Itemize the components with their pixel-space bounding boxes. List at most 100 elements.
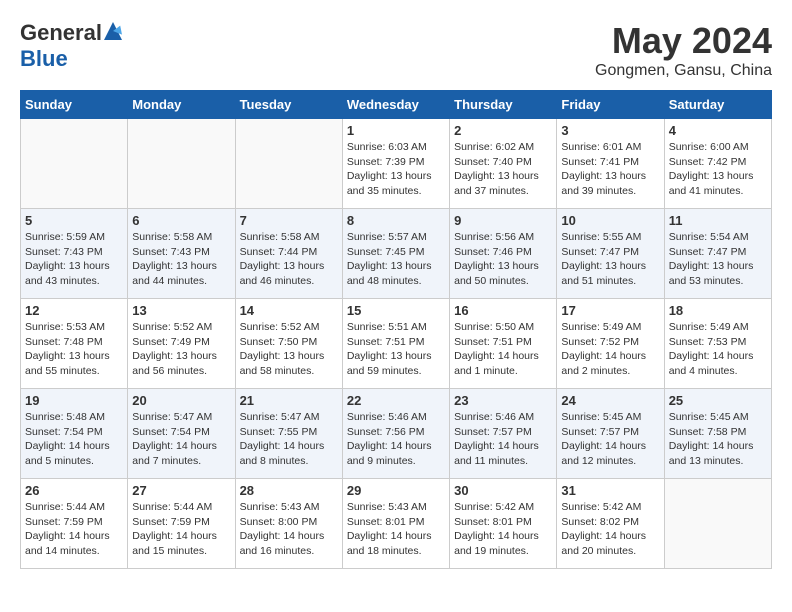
day-info: Sunrise: 5:49 AM Sunset: 7:53 PM Dayligh… (669, 320, 767, 379)
calendar-table: SundayMondayTuesdayWednesdayThursdayFrid… (20, 90, 772, 569)
day-number: 6 (132, 213, 230, 228)
calendar-cell: 21 Sunrise: 5:47 AM Sunset: 7:55 PM Dayli… (235, 389, 342, 479)
calendar-cell: 30 Sunrise: 5:42 AM Sunset: 8:01 PM Dayli… (450, 479, 557, 569)
day-number: 2 (454, 123, 552, 138)
logo-icon (104, 22, 122, 40)
day-number: 13 (132, 303, 230, 318)
day-number: 26 (25, 483, 123, 498)
weekday-header: Saturday (664, 91, 771, 119)
day-number: 8 (347, 213, 445, 228)
day-info: Sunrise: 5:56 AM Sunset: 7:46 PM Dayligh… (454, 230, 552, 289)
day-number: 20 (132, 393, 230, 408)
logo-general: General (20, 20, 102, 46)
calendar-cell: 29 Sunrise: 5:43 AM Sunset: 8:01 PM Dayli… (342, 479, 449, 569)
day-number: 9 (454, 213, 552, 228)
month-year: May 2024 (595, 20, 772, 62)
day-info: Sunrise: 5:45 AM Sunset: 7:58 PM Dayligh… (669, 410, 767, 469)
calendar-cell: 2 Sunrise: 6:02 AM Sunset: 7:40 PM Daylig… (450, 119, 557, 209)
day-number: 27 (132, 483, 230, 498)
day-info: Sunrise: 5:43 AM Sunset: 8:01 PM Dayligh… (347, 500, 445, 559)
day-number: 11 (669, 213, 767, 228)
calendar-week-row: 19 Sunrise: 5:48 AM Sunset: 7:54 PM Dayli… (21, 389, 772, 479)
calendar-cell: 12Sunrise: 5:53 AM Sunset: 7:48 PM Dayli… (21, 299, 128, 389)
page-header: General Blue May 2024 Gongmen, Gansu, Ch… (20, 20, 772, 80)
day-number: 24 (561, 393, 659, 408)
location: Gongmen, Gansu, China (595, 62, 772, 80)
calendar-week-row: 5Sunrise: 5:59 AM Sunset: 7:43 PM Daylig… (21, 209, 772, 299)
calendar-cell: 7Sunrise: 5:58 AM Sunset: 7:44 PM Daylig… (235, 209, 342, 299)
calendar-cell: 9 Sunrise: 5:56 AM Sunset: 7:46 PM Daylig… (450, 209, 557, 299)
day-info: Sunrise: 5:47 AM Sunset: 7:55 PM Dayligh… (240, 410, 338, 469)
calendar-cell: 19 Sunrise: 5:48 AM Sunset: 7:54 PM Dayli… (21, 389, 128, 479)
calendar-cell (21, 119, 128, 209)
day-number: 14 (240, 303, 338, 318)
day-number: 31 (561, 483, 659, 498)
day-number: 25 (669, 393, 767, 408)
day-number: 1 (347, 123, 445, 138)
calendar-cell: 23Sunrise: 5:46 AM Sunset: 7:57 PM Dayli… (450, 389, 557, 479)
calendar-week-row: 1 Sunrise: 6:03 AM Sunset: 7:39 PM Daylig… (21, 119, 772, 209)
day-number: 29 (347, 483, 445, 498)
day-info: Sunrise: 5:51 AM Sunset: 7:51 PM Dayligh… (347, 320, 445, 379)
day-info: Sunrise: 6:03 AM Sunset: 7:39 PM Dayligh… (347, 140, 445, 199)
day-number: 16 (454, 303, 552, 318)
day-number: 30 (454, 483, 552, 498)
calendar-cell: 25 Sunrise: 5:45 AM Sunset: 7:58 PM Dayli… (664, 389, 771, 479)
day-number: 10 (561, 213, 659, 228)
day-info: Sunrise: 6:02 AM Sunset: 7:40 PM Dayligh… (454, 140, 552, 199)
day-number: 7 (240, 213, 338, 228)
calendar-cell: 6Sunrise: 5:58 AM Sunset: 7:43 PM Daylig… (128, 209, 235, 299)
day-number: 28 (240, 483, 338, 498)
calendar-cell: 10 Sunrise: 5:55 AM Sunset: 7:47 PM Dayli… (557, 209, 664, 299)
day-number: 5 (25, 213, 123, 228)
day-info: Sunrise: 5:52 AM Sunset: 7:49 PM Dayligh… (132, 320, 230, 379)
calendar-cell: 18 Sunrise: 5:49 AM Sunset: 7:53 PM Dayli… (664, 299, 771, 389)
day-info: Sunrise: 5:44 AM Sunset: 7:59 PM Dayligh… (132, 500, 230, 559)
calendar-cell: 3Sunrise: 6:01 AM Sunset: 7:41 PM Daylig… (557, 119, 664, 209)
day-info: Sunrise: 5:47 AM Sunset: 7:54 PM Dayligh… (132, 410, 230, 469)
calendar-week-row: 26 Sunrise: 5:44 AM Sunset: 7:59 PM Dayli… (21, 479, 772, 569)
day-number: 18 (669, 303, 767, 318)
calendar-cell: 20 Sunrise: 5:47 AM Sunset: 7:54 PM Dayli… (128, 389, 235, 479)
day-number: 21 (240, 393, 338, 408)
calendar-cell: 31 Sunrise: 5:42 AM Sunset: 8:02 PM Dayli… (557, 479, 664, 569)
day-info: Sunrise: 5:48 AM Sunset: 7:54 PM Dayligh… (25, 410, 123, 469)
day-number: 22 (347, 393, 445, 408)
day-number: 12 (25, 303, 123, 318)
day-info: Sunrise: 5:45 AM Sunset: 7:57 PM Dayligh… (561, 410, 659, 469)
day-info: Sunrise: 5:42 AM Sunset: 8:02 PM Dayligh… (561, 500, 659, 559)
day-info: Sunrise: 5:55 AM Sunset: 7:47 PM Dayligh… (561, 230, 659, 289)
day-number: 4 (669, 123, 767, 138)
day-number: 19 (25, 393, 123, 408)
calendar-cell: 27 Sunrise: 5:44 AM Sunset: 7:59 PM Dayli… (128, 479, 235, 569)
calendar-cell: 14Sunrise: 5:52 AM Sunset: 7:50 PM Dayli… (235, 299, 342, 389)
day-number: 17 (561, 303, 659, 318)
weekday-header: Monday (128, 91, 235, 119)
day-number: 15 (347, 303, 445, 318)
day-info: Sunrise: 5:54 AM Sunset: 7:47 PM Dayligh… (669, 230, 767, 289)
calendar-cell: 28 Sunrise: 5:43 AM Sunset: 8:00 PM Dayli… (235, 479, 342, 569)
calendar-week-row: 12Sunrise: 5:53 AM Sunset: 7:48 PM Dayli… (21, 299, 772, 389)
calendar-cell: 13 Sunrise: 5:52 AM Sunset: 7:49 PM Dayli… (128, 299, 235, 389)
day-info: Sunrise: 6:00 AM Sunset: 7:42 PM Dayligh… (669, 140, 767, 199)
calendar-cell: 8 Sunrise: 5:57 AM Sunset: 7:45 PM Daylig… (342, 209, 449, 299)
calendar-cell: 5Sunrise: 5:59 AM Sunset: 7:43 PM Daylig… (21, 209, 128, 299)
calendar-cell: 22Sunrise: 5:46 AM Sunset: 7:56 PM Dayli… (342, 389, 449, 479)
day-info: Sunrise: 5:44 AM Sunset: 7:59 PM Dayligh… (25, 500, 123, 559)
calendar-cell (128, 119, 235, 209)
calendar-cell: 16 Sunrise: 5:50 AM Sunset: 7:51 PM Dayli… (450, 299, 557, 389)
calendar-cell: 11 Sunrise: 5:54 AM Sunset: 7:47 PM Dayli… (664, 209, 771, 299)
day-number: 3 (561, 123, 659, 138)
day-info: Sunrise: 5:43 AM Sunset: 8:00 PM Dayligh… (240, 500, 338, 559)
weekday-header: Friday (557, 91, 664, 119)
day-info: Sunrise: 5:50 AM Sunset: 7:51 PM Dayligh… (454, 320, 552, 379)
calendar-cell: 4 Sunrise: 6:00 AM Sunset: 7:42 PM Daylig… (664, 119, 771, 209)
calendar-cell: 26 Sunrise: 5:44 AM Sunset: 7:59 PM Dayli… (21, 479, 128, 569)
calendar-cell (235, 119, 342, 209)
day-info: Sunrise: 5:42 AM Sunset: 8:01 PM Dayligh… (454, 500, 552, 559)
day-info: Sunrise: 5:57 AM Sunset: 7:45 PM Dayligh… (347, 230, 445, 289)
weekday-header: Thursday (450, 91, 557, 119)
weekday-header: Sunday (21, 91, 128, 119)
logo: General Blue (20, 20, 122, 72)
day-info: Sunrise: 5:49 AM Sunset: 7:52 PM Dayligh… (561, 320, 659, 379)
